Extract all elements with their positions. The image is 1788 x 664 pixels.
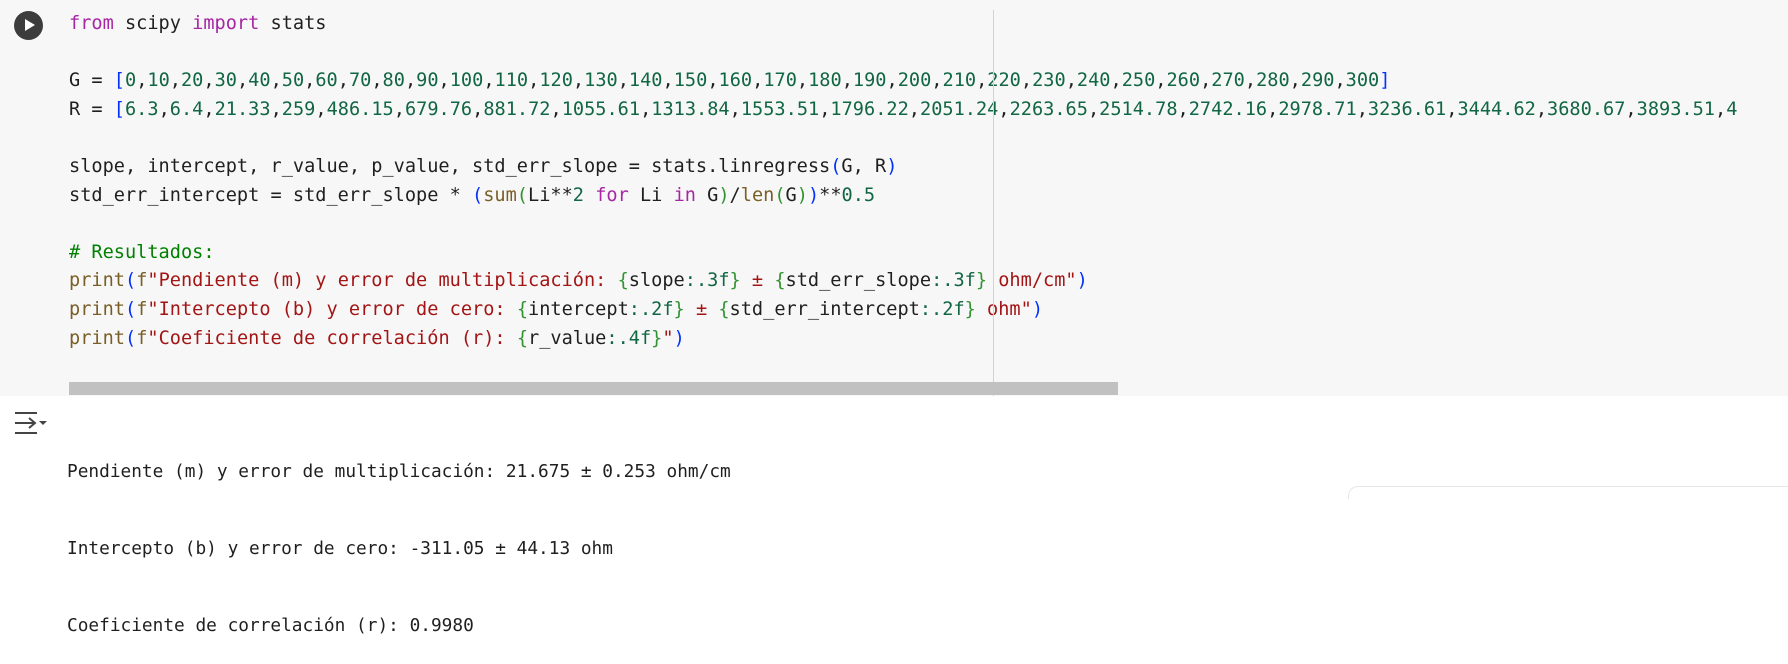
output-line: Intercepto (b) y error de cero: -311.05 …: [67, 537, 613, 559]
code-line: R = [6.3,6.4,21.33,259,486.15,679.76,881…: [69, 98, 1738, 120]
code-line: std_err_intercept = std_err_slope * (sum…: [69, 184, 876, 206]
output-line: Coeficiente de correlación (r): 0.9980: [67, 614, 474, 636]
code-line: # Resultados:: [69, 241, 215, 263]
code-line: from scipy import stats: [69, 13, 327, 34]
code-line: print(f"Intercepto (b) y error de cero: …: [69, 298, 1044, 320]
code-line: ​: [69, 39, 1737, 68]
code-line: ​: [69, 210, 1737, 239]
code-line: G = [0,10,20,30,40,50,60,70,80,90,100,11…: [69, 70, 1391, 92]
run-cell-button[interactable]: [14, 11, 43, 40]
cell-output: Pendiente (m) y error de multiplicación:…: [67, 408, 731, 664]
line-length-ruler: [993, 10, 994, 396]
code-editor[interactable]: from scipy import stats​G = [0,10,20,30,…: [69, 10, 1737, 353]
code-line: print(f"Pendiente (m) y error de multipl…: [69, 270, 1088, 292]
panel-corner: [1348, 486, 1788, 499]
code-cell[interactable]: from scipy import stats​G = [0,10,20,30,…: [0, 0, 1788, 396]
code-line: print(f"Coeficiente de correlación (r): …: [69, 327, 685, 349]
horizontal-scrollbar[interactable]: [69, 382, 1118, 395]
code-line: ​: [69, 124, 1737, 153]
output-toggle-icon[interactable]: [13, 410, 47, 436]
code-line: slope, intercept, r_value, p_value, std_…: [69, 155, 898, 177]
output-line: Pendiente (m) y error de multiplicación:…: [67, 461, 731, 483]
